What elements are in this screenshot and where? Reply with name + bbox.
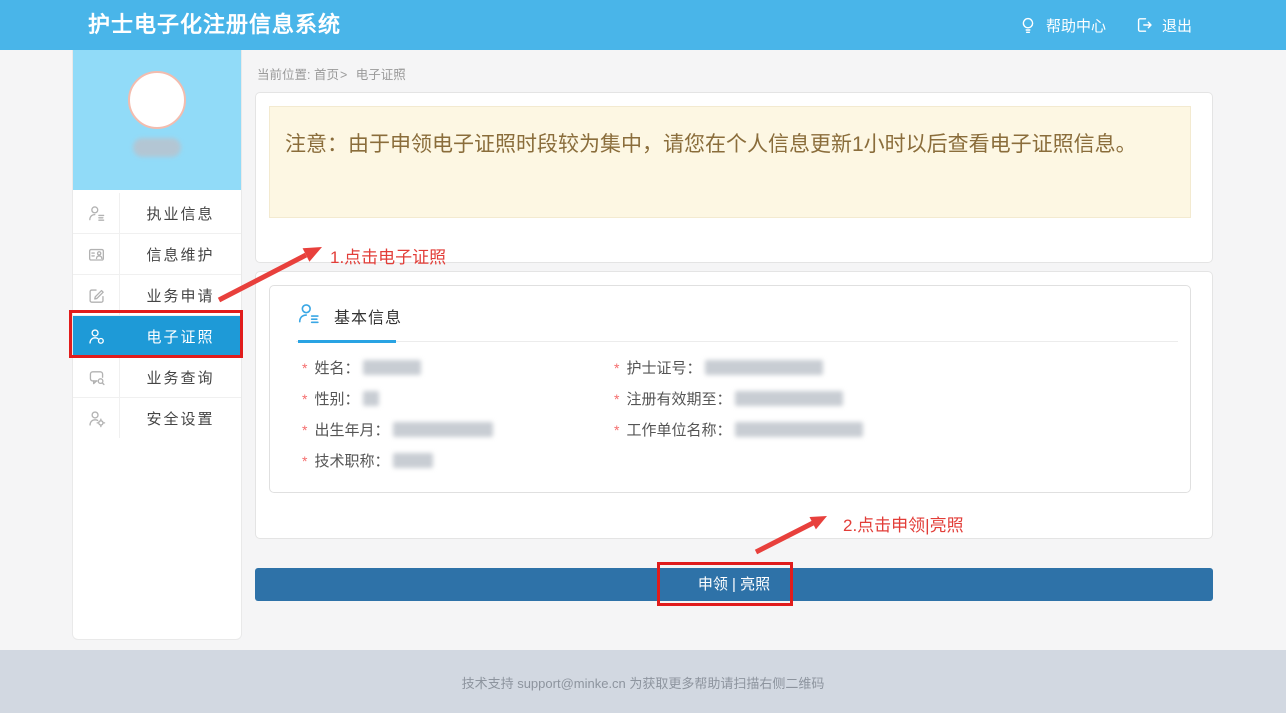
section-title: 基本信息 (334, 304, 402, 328)
lightbulb-icon (1018, 15, 1038, 35)
logout-link[interactable]: 退出 (1134, 15, 1192, 36)
section-divider (296, 339, 1178, 342)
field-label: 出生年月： (314, 419, 389, 440)
sidebar: 执业信息 信息维护 业 (72, 50, 242, 640)
fields-left-column: * 姓名： * 性别： * 出生年月： (302, 352, 614, 476)
apply-show-certificate-button[interactable]: 申领 | 亮照 (255, 568, 1213, 601)
field-work-unit-name: * 工作单位名称： (614, 414, 1190, 445)
id-card-icon (73, 234, 120, 274)
sidebar-item-business-application[interactable]: 业务申请 (73, 275, 241, 316)
required-marker: * (302, 422, 307, 438)
chat-search-icon (73, 357, 120, 397)
breadcrumb-prefix: 当前位置: (257, 68, 310, 82)
logout-icon (1134, 15, 1154, 35)
field-label: 工作单位名称： (626, 419, 731, 440)
required-marker: * (302, 453, 307, 469)
field-birth-date: * 出生年月： (302, 414, 614, 445)
breadcrumb: 当前位置: 首页> 电子证照 (255, 50, 1213, 92)
breadcrumb-current: 电子证照 (356, 68, 406, 82)
basic-info-panel: 基本信息 * 姓名： * 性别： (269, 285, 1191, 493)
edit-note-icon (73, 275, 120, 315)
header-actions: 帮助中心 退出 (1018, 0, 1192, 50)
help-center-label: 帮助中心 (1046, 15, 1106, 36)
field-label: 注册有效期至： (626, 388, 731, 409)
redacted-value (363, 360, 421, 375)
basic-info-card: 基本信息 * 姓名： * 性别： (255, 271, 1213, 539)
sidebar-item-label: 信息维护 (120, 234, 241, 274)
required-marker: * (302, 360, 307, 376)
required-marker: * (302, 391, 307, 407)
breadcrumb-separator: > (340, 68, 347, 82)
user-gear-icon (73, 398, 120, 438)
help-center-link[interactable]: 帮助中心 (1018, 15, 1106, 36)
notice-card: 注意：由于申领电子证照时段较为集中，请您在个人信息更新1小时以后查看电子证照信息… (255, 92, 1213, 263)
annotation-step1-text: 1.点击电子证照 (330, 243, 446, 268)
breadcrumb-home-link[interactable]: 首页 (314, 68, 339, 82)
fields-right-column: * 护士证号： * 注册有效期至： * 工作单位名称： (614, 352, 1190, 476)
field-registration-valid-until: * 注册有效期至： (614, 383, 1190, 414)
required-marker: * (614, 360, 619, 376)
basic-info-fields: * 姓名： * 性别： * 出生年月： (270, 342, 1190, 476)
nurse-registration-page: 护士电子化注册信息系统 帮助中心 退出 (0, 0, 1286, 713)
sidebar-item-label: 执业信息 (120, 193, 241, 233)
redacted-value (735, 422, 863, 437)
field-label: 性别： (314, 388, 359, 409)
field-gender: * 性别： (302, 383, 614, 414)
field-technical-title: * 技术职称： (302, 445, 614, 476)
field-nurse-cert-number: * 护士证号： (614, 352, 1190, 383)
sidebar-item-label: 业务查询 (120, 357, 241, 397)
redacted-value (735, 391, 843, 406)
sidebar-item-practice-info[interactable]: 执业信息 (73, 193, 241, 234)
field-label: 护士证号： (626, 357, 701, 378)
redacted-value (705, 360, 823, 375)
user-badge-icon (73, 316, 120, 356)
redacted-value (363, 391, 379, 406)
app-header: 护士电子化注册信息系统 帮助中心 退出 (0, 0, 1286, 50)
field-name: * 姓名： (302, 352, 614, 383)
user-panel (73, 50, 241, 190)
user-list-icon (296, 301, 321, 331)
sidebar-item-info-maintenance[interactable]: 信息维护 (73, 234, 241, 275)
sidebar-item-electronic-certificate[interactable]: 电子证照 (73, 316, 241, 357)
sidebar-item-label: 电子证照 (120, 316, 241, 356)
footer-support-text: 技术支持 support@minke.cn 为获取更多帮助请扫描右侧二维码 (462, 676, 825, 691)
page-footer: 技术支持 support@minke.cn 为获取更多帮助请扫描右侧二维码 (0, 650, 1286, 713)
user-name-redacted (133, 138, 181, 157)
user-list-icon (73, 193, 120, 233)
sidebar-item-business-query[interactable]: 业务查询 (73, 357, 241, 398)
app-title: 护士电子化注册信息系统 (88, 0, 341, 50)
field-label: 姓名： (314, 357, 359, 378)
sidebar-item-label: 安全设置 (120, 398, 241, 438)
sidebar-menu: 执业信息 信息维护 业 (73, 193, 241, 438)
required-marker: * (614, 422, 619, 438)
field-label: 技术职称： (314, 450, 389, 471)
notice-banner: 注意：由于申领电子证照时段较为集中，请您在个人信息更新1小时以后查看电子证照信息… (269, 106, 1191, 218)
logout-label: 退出 (1162, 15, 1192, 36)
basic-info-header: 基本信息 (270, 286, 1190, 331)
redacted-value (393, 422, 493, 437)
main-content: 当前位置: 首页> 电子证照 注意：由于申领电子证照时段较为集中，请您在个人信息… (255, 50, 1213, 539)
sidebar-item-label: 业务申请 (120, 275, 241, 315)
redacted-value (393, 453, 433, 468)
required-marker: * (614, 391, 619, 407)
annotation-step2-text: 2.点击申领|亮照 (843, 511, 964, 536)
avatar (128, 71, 186, 129)
sidebar-item-security-settings[interactable]: 安全设置 (73, 398, 241, 438)
